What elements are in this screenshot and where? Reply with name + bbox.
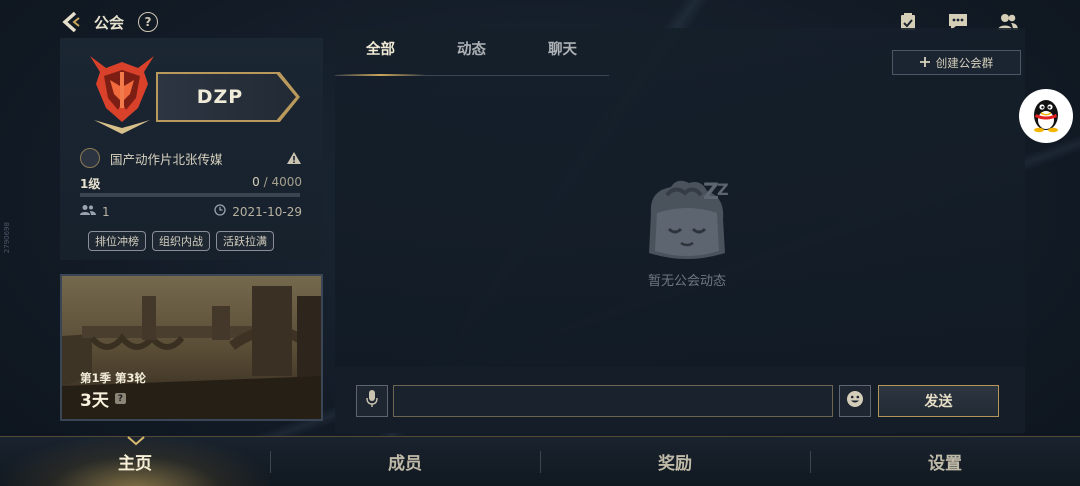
guild-name: DZP [196, 86, 244, 108]
created-date-stat: 2021-10-29 [214, 204, 302, 219]
smiley-icon [846, 390, 864, 412]
feed-panel: 全部 动态 聊天 创建公会群 Z Z 暂无公会动态 发送 [335, 28, 1025, 433]
create-guild-group-label: 创建公会群 [935, 55, 994, 70]
bottom-navigation: 主页 成员 奖励 设置 [0, 436, 1080, 486]
clock-icon [214, 204, 226, 219]
create-guild-group-button[interactable]: 创建公会群 [892, 50, 1021, 75]
message-input[interactable] [393, 385, 833, 417]
tab-updates[interactable]: 动态 [426, 28, 517, 75]
side-watermark: 2790698 [3, 222, 11, 254]
report-warning-icon[interactable] [286, 150, 302, 166]
guild-level: 1级 [80, 177, 101, 191]
page-title: 公会 [94, 13, 125, 32]
season-round-label: 第1季 第3轮 [80, 371, 147, 385]
empty-state-text: 暂无公会动态 [647, 274, 726, 289]
nav-members[interactable]: 成员 [270, 437, 540, 486]
chat-input-bar: 发送 [335, 367, 1025, 433]
empty-state: Z Z 暂无公会动态 [627, 173, 747, 289]
guild-info-card: DZP 国产动作片北张传媒 1级 0 / 4000 1 2021-10-29 排… [60, 38, 323, 260]
plus-icon [919, 56, 930, 70]
feed-tabs: 全部 动态 聊天 [335, 28, 609, 76]
tab-all[interactable]: 全部 [335, 28, 426, 76]
guild-tag: 排位冲榜 [88, 231, 146, 251]
leader-name: 国产动作片北张传媒 [110, 151, 223, 167]
header: 公会 ? [58, 8, 159, 36]
xp-progress-bar [80, 193, 300, 197]
nav-rewards[interactable]: 奖励 [540, 437, 810, 486]
voice-input-button[interactable] [356, 385, 388, 417]
xp-current: 0 [252, 175, 260, 189]
leader-row: 国产动作片北张传媒 [80, 148, 302, 168]
xp-total: / 4000 [263, 175, 302, 189]
guild-xp: 0 / 4000 [252, 175, 302, 192]
help-icon[interactable]: ? [138, 12, 159, 32]
season-card[interactable]: 第1季 第3轮 3天 ? [60, 274, 323, 421]
guild-tag: 组织内战 [152, 231, 210, 251]
guild-name-plate: DZP [158, 74, 296, 120]
microphone-icon [366, 390, 378, 412]
leader-avatar[interactable] [80, 148, 100, 168]
qq-penguin-icon [1029, 95, 1063, 137]
qq-penguin-button[interactable] [1019, 89, 1073, 143]
members-icon [80, 204, 96, 219]
nav-active-caret-icon [127, 431, 145, 446]
created-date: 2021-10-29 [232, 204, 302, 219]
member-count: 1 [102, 204, 110, 219]
member-stat: 1 [80, 204, 110, 219]
season-info-icon[interactable]: ? [114, 393, 126, 404]
level-row: 1级 0 / 4000 [80, 175, 302, 192]
send-button[interactable]: 发送 [878, 385, 999, 417]
back-arrow-icon[interactable] [58, 9, 84, 35]
tab-chat[interactable]: 聊天 [517, 28, 608, 75]
guild-emblem-icon [86, 50, 158, 136]
sleeping-mascot-icon: Z Z [637, 173, 737, 268]
stats-row: 1 2021-10-29 [80, 204, 302, 219]
guild-tags: 排位冲榜 组织内战 活跃拉满 [88, 231, 274, 251]
nav-settings[interactable]: 设置 [810, 437, 1080, 486]
svg-text:Z: Z [717, 180, 729, 199]
emoji-button[interactable] [839, 385, 871, 417]
season-days-remaining: 3天 ? [80, 386, 126, 411]
season-days-value: 3天 [80, 391, 109, 411]
guild-tag: 活跃拉满 [216, 231, 274, 251]
